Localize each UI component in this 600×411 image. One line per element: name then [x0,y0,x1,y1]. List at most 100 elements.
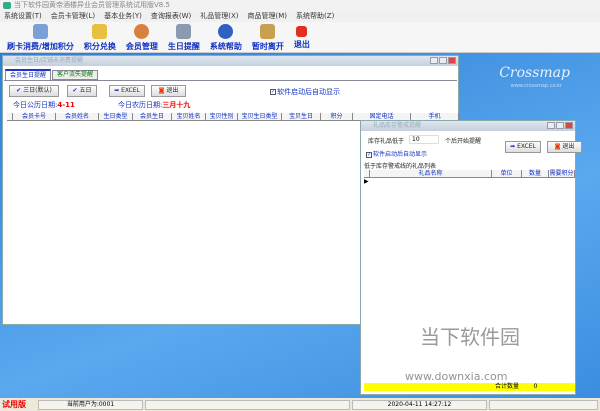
member-management-button[interactable]: 会员管理 [121,22,163,52]
toolbar: 刷卡消费/增加积分 积分兑换 会员管理 生日提醒 系统帮助 暂时离开 退出 [0,22,600,53]
excel-button[interactable]: ➡ EXCEL [109,85,145,97]
menu-goods-management[interactable]: 商品管理(M) [248,11,288,22]
total-label: 合计数量 [494,383,519,390]
label: 退出 [293,40,310,49]
col-header[interactable]: 礼品名称 [370,170,492,177]
minimize-button[interactable] [547,122,555,129]
minimize-button[interactable] [430,57,438,64]
birthday-reminder-button[interactable]: 生日提醒 [163,22,205,52]
exit-window-button[interactable]: ◙ 退出 [151,85,186,97]
keys-icon [260,24,276,39]
exit-button[interactable]: 退出 [289,22,315,52]
menu-card-management[interactable]: 会员卡管理(L) [51,11,95,22]
title-text: 会员生日/店铺未消费提醒 [15,57,84,64]
total-value: 0 [533,383,538,390]
label: 软件启动后自动显示 [277,88,340,96]
help-button[interactable]: 系统帮助 [205,22,247,52]
maximize-button[interactable] [556,122,564,129]
col-header[interactable]: 会员姓名 [56,113,99,120]
close-button[interactable] [565,122,573,129]
swipe-card-button[interactable]: 刷卡消费/增加积分 [2,22,79,52]
col-header[interactable]: 生日类型 [99,113,133,120]
arrow-right-icon: ➡ [510,143,516,150]
current-row-pointer-icon: ▶ [364,178,369,185]
folder-icon [92,24,108,39]
points-exchange-button[interactable]: 积分兑换 [79,22,121,52]
label: EXCEL [517,143,536,150]
five-days-button[interactable]: ✔ 五日 [67,85,97,97]
menu-basic-business[interactable]: 基本业务(Y) [104,11,142,22]
col-header[interactable]: 手机 [411,113,459,120]
menu-gift-management[interactable]: 礼品管理(X) [200,11,238,22]
arrow-right-icon: ➡ [114,87,120,94]
three-days-button[interactable]: ✔ 三日(默认) [9,85,59,97]
app-title: 当下软件园黄帝酒楼异业会员管理系统试用版V8.5 [14,1,170,9]
label: 退出 [166,87,179,94]
total-row: 合计数量 0 [364,383,575,391]
auto-show-checkbox[interactable]: ✓ 软件启动后自动显示 [270,87,340,97]
window-title: 会员生日/店铺未消费提醒 [3,56,458,66]
status-empty [145,399,350,410]
col-header[interactable]: 宝贝生日类型 [238,113,282,120]
lock-button[interactable]: 暂时离开 [247,22,289,52]
title-text: 礼品库存警戒提醒 [373,122,422,129]
window-title: 礼品库存警戒提醒 [361,121,575,131]
excel-button[interactable]: ➡ EXCEL [505,141,541,153]
watermark: 当下软件园 [420,325,520,349]
brand-url: www.crossmap.co.kr [510,83,562,89]
birthday-icon [176,24,192,39]
datetime: 2020-04-11 14:27:12 [352,399,487,410]
col-header[interactable]: 宝贝性别 [206,113,238,120]
col-header[interactable]: 固定电话 [353,113,411,120]
threshold-input[interactable]: 10 [409,135,439,144]
label: 退出 [562,143,575,150]
status-empty [489,399,598,410]
auto-show-checkbox[interactable]: ✓ 软件启动后自动显示 [366,149,427,158]
threshold-suffix: 个后开始提醒 [445,138,482,145]
power-icon [296,26,308,37]
menu-reports[interactable]: 查询报表(W) [151,11,191,22]
tab-member-birthday[interactable]: 会员生日提醒 [5,69,52,80]
col-header[interactable]: 会员卡号 [13,113,56,120]
title-bar: 当下软件园黄帝酒楼异业会员管理系统试用版V8.5 [0,0,600,11]
list-label: 低于库存警戒线的礼品列表 [364,163,437,170]
menu-system-settings[interactable]: 系统设置(T) [4,11,42,22]
label: 系统帮助 [209,42,242,51]
calculator-icon [32,24,48,39]
gift-stock-window: 礼品库存警戒提醒 库存礼品低于 10 个后开始提醒 ➡ EXCEL ◙ 退出 ✓… [360,120,582,395]
brand-logo: Crossmap [499,65,570,81]
label: 暂时离开 [251,42,284,51]
watermark-url: www.downxia.com [405,370,508,383]
label: 刷卡消费/增加积分 [7,42,74,51]
label: 软件启动后自动显示 [373,151,428,158]
col-header[interactable]: 宝贝生日 [282,113,321,120]
col-header[interactable]: 数量 [522,170,549,177]
current-user: 当前用户为:0001 [38,399,143,410]
gift-table-header: 礼品名称 单位 数量 需要积分 [364,170,575,178]
close-button[interactable] [448,57,456,64]
lunar-date-label: 今日农历日期: [118,101,163,109]
help-icon [218,24,234,39]
col-header[interactable]: 单位 [492,170,522,177]
label: 会员管理 [125,42,158,51]
users-icon [134,24,150,39]
col-header[interactable]: 需要积分 [549,170,575,177]
threshold-label: 库存礼品低于 [368,138,405,145]
col-header[interactable]: 积分 [321,113,353,120]
app-icon [3,2,11,9]
solar-date-value: 4-11 [57,101,75,109]
maximize-button[interactable] [439,57,447,64]
menu-bar: 系统设置(T) 会员卡管理(L) 基本业务(Y) 查询报表(W) 礼品管理(X)… [0,11,600,22]
menu-help[interactable]: 系统帮助(Z) [296,11,334,22]
tab-customer-loss[interactable]: 客户流失提醒 [52,70,99,80]
col-header[interactable]: 会员生日 [133,113,172,120]
label: EXCEL [121,87,140,94]
exit-window-button[interactable]: ◙ 退出 [547,141,582,153]
power-icon: ◙ [158,87,165,94]
lunar-date-value: 三月十九 [162,101,191,109]
label: 五日 [79,87,92,94]
label: 三日(默认) [23,87,52,94]
solar-date-label: 今日公历日期: [13,101,58,109]
col-header[interactable]: 宝贝姓名 [172,113,206,120]
label: 生日提醒 [167,42,200,51]
